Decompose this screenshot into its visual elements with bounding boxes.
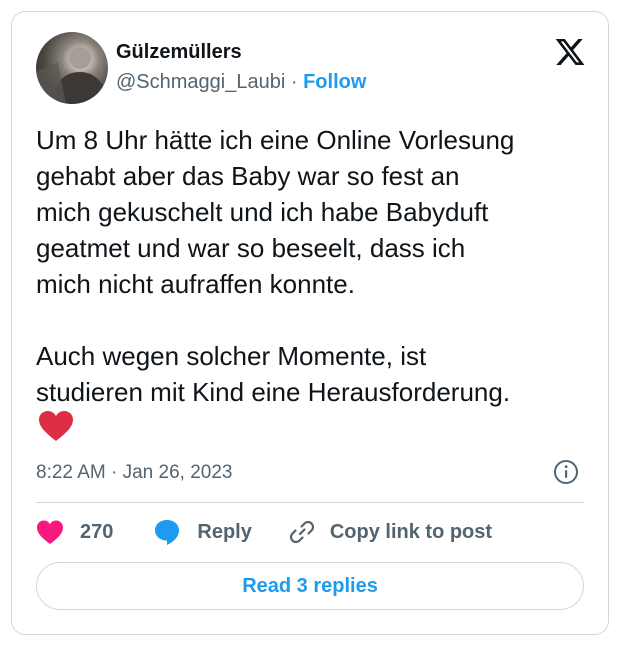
copy-link-label: Copy link to post [329, 520, 493, 543]
reply-bubble-icon [155, 520, 180, 545]
like-count: 270 [80, 520, 114, 543]
like-heart-icon [37, 520, 63, 544]
reply-button[interactable]: Reply [153, 518, 252, 546]
x-logo-icon[interactable] [554, 36, 586, 68]
tweet-card: Gülzemüllers @Schmaggi_Laubi · Follow Um… [11, 11, 609, 635]
tweet-text: Um 8 Uhr hätte ich eine Online Vorlesung… [36, 125, 515, 407]
avatar-photo [36, 47, 108, 104]
copy-link-button[interactable]: Copy link to post [288, 518, 492, 546]
follow-button[interactable]: Follow [303, 71, 366, 93]
read-replies-button[interactable]: Read 3 replies [36, 562, 584, 610]
author-handle[interactable]: @Schmaggi_Laubi [116, 71, 285, 93]
tweet-timestamp[interactable]: 8:22 AM · Jan 26, 2023 [36, 461, 232, 485]
reply-label: Reply [197, 520, 252, 543]
divider [36, 502, 584, 503]
info-icon[interactable] [553, 459, 579, 485]
like-button[interactable]: 270 [36, 519, 113, 545]
author-display-name[interactable]: Gülzemüllers [116, 40, 242, 64]
tweet-actions: 270 Reply Copy link to post [36, 517, 492, 547]
author-avatar[interactable] [36, 32, 108, 104]
handle-separator: · [290, 71, 298, 93]
link-icon [289, 520, 314, 544]
author-handle-row: @Schmaggi_Laubi · Follow [116, 70, 366, 94]
red-heart-emoji-icon [39, 411, 73, 441]
